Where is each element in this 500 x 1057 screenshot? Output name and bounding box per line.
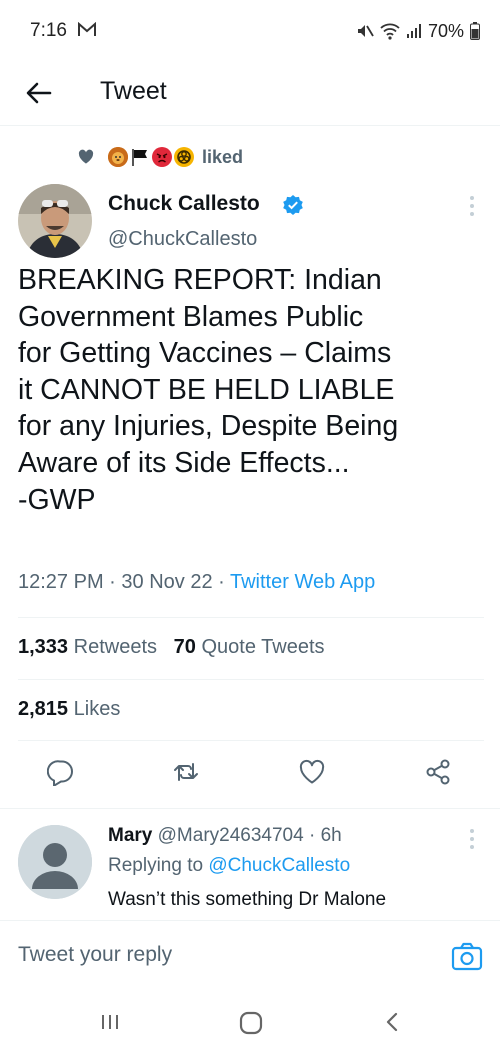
liked-label: liked <box>202 146 244 167</box>
reply-author-name[interactable]: Mary <box>108 825 152 846</box>
black-flag-icon <box>130 147 150 167</box>
replying-to: Replying to @ChuckCallesto <box>108 855 350 877</box>
recent-apps-icon[interactable] <box>98 1010 122 1039</box>
lion-face-icon <box>108 147 128 167</box>
divider <box>18 740 484 741</box>
share-icon[interactable] <box>424 758 452 786</box>
mute-icon <box>356 22 374 40</box>
social-context[interactable]: liked <box>78 143 243 171</box>
likes-label: Likes <box>73 698 121 720</box>
meta-separator: · <box>109 571 122 593</box>
back-nav-icon[interactable] <box>380 1010 404 1039</box>
tweet-text: BREAKING REPORT: Indian Government Blame… <box>18 264 399 516</box>
home-icon[interactable] <box>238 1010 264 1041</box>
replying-to-label: Replying to <box>108 855 204 876</box>
reply-input[interactable]: Tweet your reply <box>18 943 172 967</box>
reply-time: 6h <box>320 825 342 846</box>
camera-icon[interactable] <box>451 941 483 971</box>
retweets-label: Retweets <box>73 636 157 658</box>
page-title: Tweet <box>100 77 167 105</box>
reply-compose-bar: Tweet your reply <box>0 920 500 994</box>
quotes-label: Quote Tweets <box>201 636 325 658</box>
tweet-actions <box>0 758 500 790</box>
status-time: 7:16 <box>30 20 67 41</box>
status-icons: 70% <box>356 20 480 42</box>
tweet-meta: 12:27 PM · 30 Nov 22 · Twitter Web App <box>18 571 375 594</box>
heart-icon <box>78 149 94 165</box>
retweets-stat[interactable]: 1,333 Retweets <box>18 636 157 658</box>
default-avatar-icon[interactable] <box>18 825 92 899</box>
replying-to-handle[interactable]: @ChuckCallesto <box>208 855 350 876</box>
battery-percent: 70% <box>427 20 464 41</box>
meta-separator: · <box>308 825 321 846</box>
angry-face-icon <box>152 147 172 167</box>
arrow-left-icon[interactable] <box>24 78 54 108</box>
avatar[interactable] <box>18 184 92 258</box>
reply-icon[interactable] <box>46 758 75 787</box>
retweets-count: 1,333 <box>18 636 69 658</box>
engagement-stats: 1,333 Retweets 70 Quote Tweets <box>18 636 325 659</box>
system-nav-bar <box>0 994 500 1057</box>
quote-tweets-stat[interactable]: 70 Quote Tweets <box>174 636 325 658</box>
tweet-date[interactable]: 30 Nov 22 <box>121 571 212 593</box>
verified-badge-icon <box>283 195 303 215</box>
retweet-icon[interactable] <box>172 758 200 786</box>
likes-stat[interactable]: 2,815 Likes <box>18 698 120 721</box>
like-icon[interactable] <box>298 758 326 786</box>
reply-text: Wasn’t this something Dr Malone <box>108 889 387 910</box>
gmail-icon <box>78 21 96 38</box>
divider <box>18 679 484 680</box>
status-bar: 7:16 70% <box>0 0 500 60</box>
more-options-icon[interactable] <box>462 194 482 218</box>
reply-tweet[interactable]: Mary @Mary24634704 · 6h Replying to @Chu… <box>0 808 500 920</box>
more-options-icon[interactable] <box>462 827 482 851</box>
likes-count: 2,815 <box>18 698 69 720</box>
reply-header: Mary @Mary24634704 · 6h <box>108 825 342 847</box>
tweet-time[interactable]: 12:27 PM <box>18 571 104 593</box>
top-app-bar: Tweet <box>0 60 500 126</box>
biohazard-icon <box>174 147 194 167</box>
signal-icon <box>406 23 422 39</box>
divider <box>18 617 484 618</box>
wifi-icon <box>380 22 400 40</box>
tweet-source-link[interactable]: Twitter Web App <box>230 571 375 593</box>
reply-author-handle[interactable]: @Mary24634704 <box>158 825 304 846</box>
battery-icon <box>470 22 480 40</box>
meta-separator: · <box>218 571 230 593</box>
quotes-count: 70 <box>173 636 196 658</box>
author-handle[interactable]: @ChuckCallesto <box>108 228 257 251</box>
author-name[interactable]: Chuck Callesto <box>108 192 260 216</box>
